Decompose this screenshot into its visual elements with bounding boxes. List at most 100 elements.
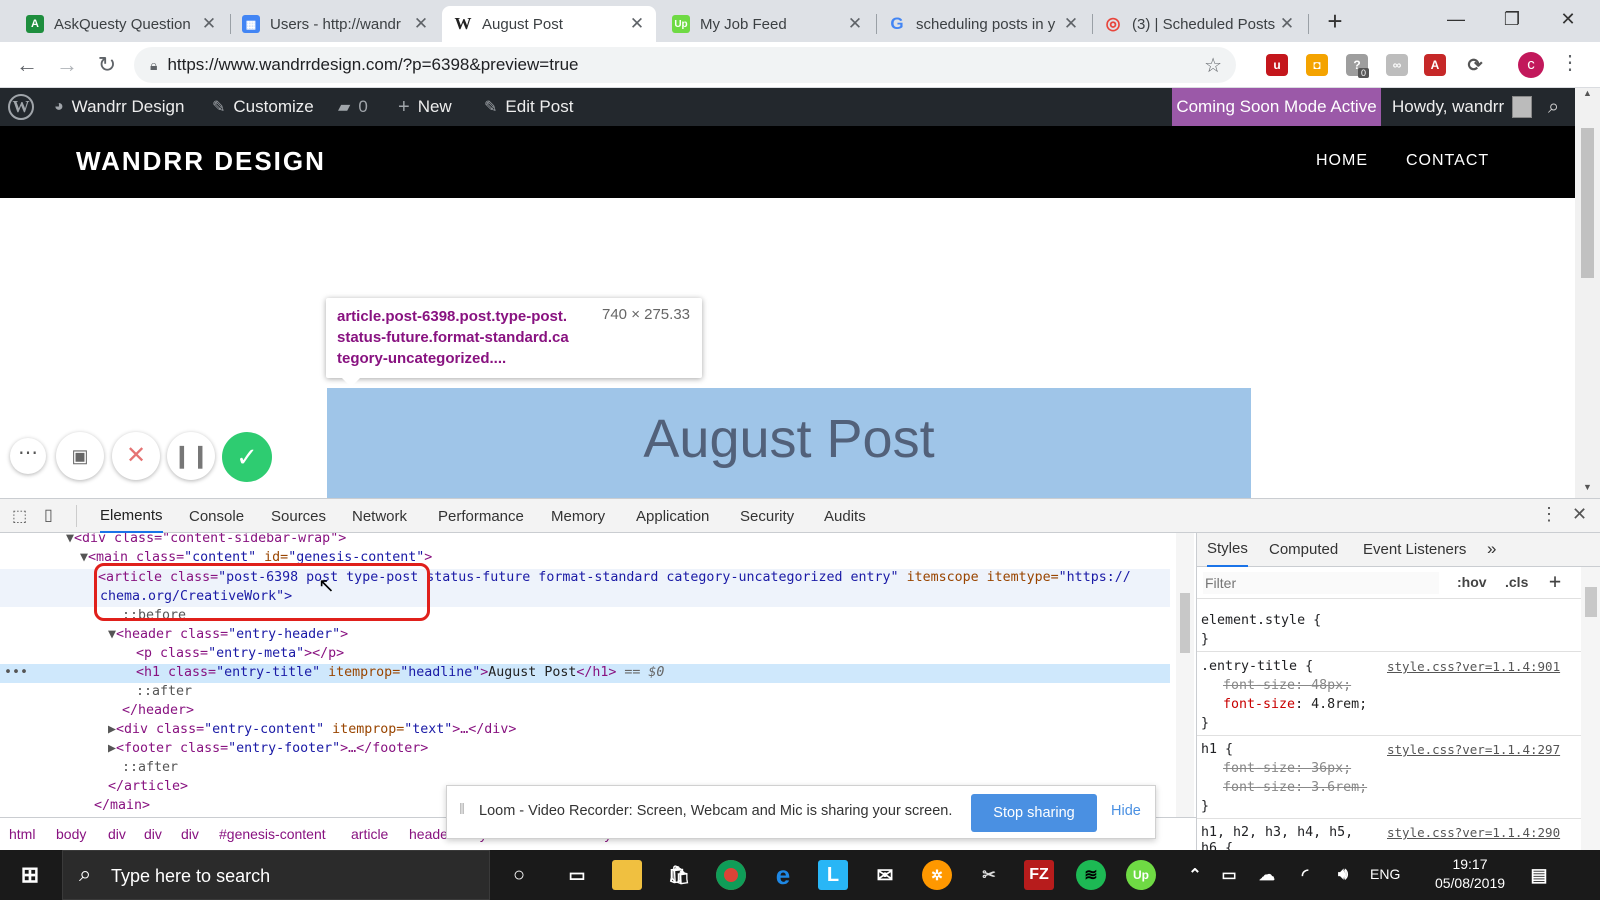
close-tab-icon[interactable]: ✕ [1062, 14, 1080, 34]
inspect-element-icon[interactable]: ⬚ [12, 506, 27, 526]
wifi-icon[interactable]: ◜ [1290, 860, 1320, 890]
close-tab-icon[interactable]: ✕ [200, 14, 218, 34]
wordpress-logo-icon[interactable]: W [8, 88, 34, 126]
tab-event-listeners[interactable]: Event Listeners [1363, 541, 1466, 558]
browser-tab-active[interactable]: W August Post ✕ [442, 6, 656, 42]
wp-new[interactable]: + New [398, 88, 452, 126]
notifications-icon[interactable]: ▤ [1524, 860, 1554, 890]
chrome-icon[interactable] [716, 860, 746, 890]
taskbar-search[interactable]: ⌕ Type here to search [62, 850, 490, 900]
hov-toggle[interactable]: :hov [1457, 574, 1487, 590]
dom-scrollbar[interactable] [1176, 533, 1194, 819]
scroll-up-icon[interactable]: ▲ [1578, 88, 1597, 102]
hide-button[interactable]: Hide [1111, 803, 1141, 819]
devtools-close-icon[interactable]: ✕ [1572, 504, 1587, 525]
loom-more-icon[interactable]: ⋯ [10, 438, 46, 474]
rule-source-link[interactable]: style.css?ver=1.1.4:901 [1387, 657, 1560, 676]
profile-avatar[interactable]: c [1518, 52, 1544, 78]
close-tab-icon[interactable]: ✕ [846, 14, 864, 34]
dom-line-more-icon[interactable]: ••• [4, 663, 28, 682]
close-tab-icon[interactable]: ✕ [412, 14, 430, 34]
dom-line[interactable]: </header> [122, 701, 194, 720]
crumb[interactable]: div [108, 826, 126, 842]
dom-line[interactable]: <p class="entry-meta"></p> [136, 644, 344, 663]
scroll-thumb[interactable] [1581, 128, 1594, 278]
loom-camera-icon[interactable]: ▣ [56, 432, 104, 480]
snip-tool-icon[interactable]: ✂ [974, 860, 1004, 890]
rule-source-link[interactable]: style.css?ver=1.1.4:290 [1387, 823, 1560, 842]
orange-app-icon[interactable]: ✲ [922, 860, 952, 890]
cortana-icon[interactable]: ○ [504, 860, 534, 890]
dom-line[interactable]: ▼<header class="entry-header"> [108, 625, 348, 644]
tab-computed[interactable]: Computed [1269, 541, 1338, 558]
rule-element-style[interactable]: element.style { [1201, 611, 1321, 630]
onedrive-icon[interactable]: ☁ [1252, 860, 1282, 890]
close-tab-icon[interactable]: ✕ [1278, 14, 1296, 34]
upwork-icon[interactable]: Up [1126, 860, 1156, 890]
rule-entry-title[interactable]: .entry-title { [1201, 657, 1313, 676]
volume-icon[interactable]: 🔊︎ [1328, 860, 1358, 890]
loom-pause-icon[interactable]: ❙❙ [167, 432, 215, 480]
browser-tab[interactable]: Up My Job Feed ✕ [660, 6, 874, 42]
tab-styles[interactable]: Styles [1207, 533, 1248, 567]
wp-edit-post[interactable]: ✎ Edit Post [484, 88, 573, 126]
shopping-extension-icon[interactable]: ◘ [1306, 54, 1328, 76]
dom-line[interactable]: </main> [94, 796, 150, 815]
loom-cancel-icon[interactable]: ✕ [112, 432, 160, 480]
browser-tab[interactable]: A AskQuesty Question ✕ [14, 6, 228, 42]
dom-line[interactable]: ▶<div class="entry-content" itemprop="te… [108, 720, 516, 739]
styles-filter-input[interactable] [1203, 572, 1439, 594]
dom-line[interactable]: ▶<footer class="entry-footer">…</footer> [108, 739, 428, 758]
ublock-extension-icon[interactable]: u [1266, 54, 1288, 76]
browser-tab[interactable]: G scheduling posts in y ✕ [876, 6, 1090, 42]
rule-source-link[interactable]: style.css?ver=1.1.4:297 [1387, 740, 1560, 759]
dom-line[interactable]: </article> [108, 777, 188, 796]
dom-line-pseudo[interactable]: ::after [122, 758, 178, 777]
tab-elements[interactable]: Elements [100, 499, 163, 533]
search-icon[interactable]: ⌕ [1548, 88, 1559, 126]
overridden-declaration[interactable]: font-size: 48px; [1223, 676, 1351, 695]
scroll-down-icon[interactable]: ▼ [1578, 482, 1597, 496]
dom-line[interactable]: ▼<div class="content-sidebar-wrap"> [66, 533, 346, 548]
crumb[interactable]: html [9, 826, 35, 842]
spotify-icon[interactable]: ≋ [1076, 860, 1106, 890]
reload-icon[interactable]: ↻ [92, 50, 122, 80]
cls-toggle[interactable]: .cls [1505, 574, 1528, 590]
browser-tab[interactable]: ▦ Users - http://wandr ✕ [230, 6, 440, 42]
coming-soon-badge[interactable]: Coming Soon Mode Active [1172, 88, 1381, 126]
crumb[interactable]: div [181, 826, 199, 842]
address-bar[interactable]: 🔒︎ https://www.wandrrdesign.com/?p=6398&… [134, 47, 1236, 83]
rule-h1[interactable]: h1 { [1201, 740, 1233, 759]
windows-start-icon[interactable]: ⊞ [12, 860, 48, 890]
site-logo[interactable]: WANDRR DESIGN [76, 146, 326, 177]
crumb[interactable]: body [56, 826, 86, 842]
declaration[interactable]: font-size: 4.8rem; [1223, 695, 1367, 714]
bookmark-star-icon[interactable]: ☆ [1204, 53, 1222, 78]
crumb[interactable]: div [144, 826, 162, 842]
task-view-icon[interactable]: ▭ [562, 860, 592, 890]
tab-application[interactable]: Application [636, 499, 709, 533]
wp-howdy[interactable]: Howdy, wandrr [1392, 88, 1533, 126]
device-toggle-icon[interactable]: ▯ [44, 505, 53, 525]
wp-comments[interactable]: ▰ 0 [338, 88, 368, 126]
drag-handle-icon[interactable]: ‖ [459, 802, 465, 818]
store-icon[interactable]: 🛍︎ [664, 860, 694, 890]
clock[interactable]: 19:17 05/08/2019 [1434, 856, 1506, 891]
pdf-extension-icon[interactable]: A [1424, 54, 1446, 76]
mail-icon[interactable]: ✉ [870, 860, 900, 890]
more-tabs-icon[interactable]: » [1487, 539, 1496, 559]
stop-sharing-button[interactable]: Stop sharing [971, 794, 1097, 832]
close-window-icon[interactable]: ✕ [1540, 0, 1596, 38]
nav-home[interactable]: HOME [1316, 152, 1368, 170]
crumb[interactable]: #genesis-content [219, 826, 326, 842]
devtools-menu-icon[interactable]: ⋮ [1540, 504, 1558, 525]
overridden-declaration[interactable]: font-size: 3.6rem; [1223, 778, 1367, 797]
wp-customize[interactable]: ✎ Customize [212, 88, 314, 126]
styles-scrollbar[interactable] [1581, 567, 1600, 851]
tab-memory[interactable]: Memory [551, 499, 605, 533]
new-tab-button[interactable]: + [1320, 6, 1350, 36]
crumb[interactable]: article [351, 826, 388, 842]
file-explorer-icon[interactable] [612, 860, 642, 890]
tab-audits[interactable]: Audits [824, 499, 866, 533]
tab-network[interactable]: Network [352, 499, 407, 533]
